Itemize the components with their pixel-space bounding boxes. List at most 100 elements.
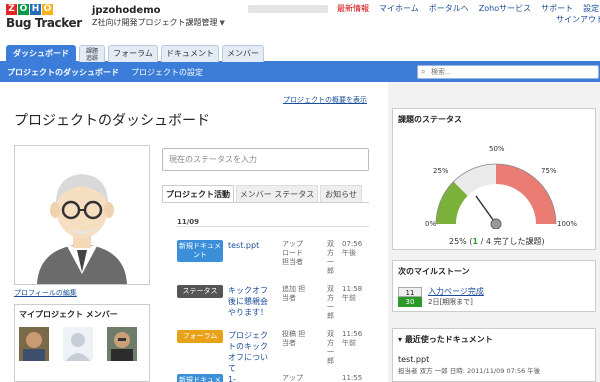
activity-row: 新規ドキュメント test.ppt アップロード 担当者 双方一郎 07:56 … (177, 240, 369, 284)
org-name: jpzohodemo (92, 5, 161, 16)
tab-forum[interactable]: フォーラム (108, 45, 158, 62)
member-photo (19, 327, 49, 361)
project-selector[interactable]: Z社向け開発プロジェクト課題管理 ▼ (92, 17, 225, 28)
activity-divider (162, 202, 369, 203)
gauge-label-0: 0% (425, 220, 437, 228)
member-avatar[interactable] (107, 327, 137, 361)
link-whats-new[interactable]: 最新情報 (337, 3, 369, 14)
activity-date: 11/09 (177, 218, 200, 226)
tab-issue-tracker-label: 課題 追跡 (85, 48, 98, 62)
logo-letter: O (42, 4, 53, 15)
zoho-bug-tracker-logo[interactable]: Z O H O Bug Tracker (6, 4, 82, 38)
tab-announcements[interactable]: お知らせ (320, 185, 362, 203)
logo-letter: O (18, 4, 29, 15)
activity-title-link[interactable]: プロジェクトのキックオフについて (228, 330, 270, 374)
activity-meta: 投稿 担当者 (282, 330, 306, 347)
activity-time: 11:58 午前 (342, 285, 363, 302)
milestone-due: 2日[期限まで] (428, 298, 473, 306)
member-avatar[interactable] (63, 327, 93, 361)
document-detail: 担当者 双方 一郎 日時: 2011/11/09 07:56 午後 (398, 367, 541, 375)
activity-title-link[interactable]: キックオフ後に懇親会やります！ (228, 285, 270, 318)
milestone-month: 11 (398, 287, 422, 297)
gauge-label-50: 50% (489, 145, 505, 153)
next-milestone-title: 次のマイルストーン (398, 267, 470, 276)
activity-row: ステータス キックオフ後に懇親会やります！ 追加 担当者 双方一郎 11:58 … (177, 285, 369, 329)
link-support[interactable]: サポート (541, 3, 573, 14)
activity-badge: ステータス (177, 285, 223, 298)
activity-meta: 追加 担当者 (282, 285, 306, 302)
subnav-project-dashboard[interactable]: プロジェクトのダッシュボード (7, 67, 119, 78)
activity-time: 11:55 (342, 374, 363, 382)
avatar-illustration (15, 146, 149, 284)
activity-row: 新規ドキュメント 1-projects- アップロード 11:55 (177, 374, 369, 382)
milestone-day: 30 (398, 297, 422, 307)
activity-meta: アップロード 担当者 (282, 240, 303, 266)
member-avatar[interactable] (19, 327, 49, 361)
top-bar: Z O H O Bug Tracker jpzohodemo Z社向け開発プロジ… (0, 0, 600, 44)
activity-badge: 新規ドキュメント (177, 374, 223, 382)
sub-navigation: プロジェクトのダッシュボード プロジェクトの設定 ⌕ (0, 62, 600, 82)
activity-row: フォーラム プロジェクトのキックオフについて 投稿 担当者 双方一郎 11:56… (177, 330, 369, 374)
recent-documents-title: ▾ 最近使ったドキュメント (398, 334, 493, 345)
activity-title-link[interactable]: test.ppt (228, 240, 270, 251)
project-selector-label: Z社向け開発プロジェクト課題管理 (92, 18, 218, 27)
issue-status-panel: 課題のステータス 0% 25% 50% 75% 100% 25% (1 / 4 … (392, 108, 596, 250)
recent-documents-label: 最近使ったドキュメント (404, 335, 493, 344)
tab-members[interactable]: メンバー (222, 45, 264, 62)
date-divider (177, 226, 369, 227)
activity-time: 11:56 午前 (342, 330, 363, 347)
activity-user[interactable]: 双方一郎 (327, 240, 337, 276)
main-content: プロジェクトの概要を表示 プロジェクトのダッシュボード プロフィールの編集 現在… (0, 82, 384, 382)
summary-prefix: 25% ( (449, 237, 473, 246)
profile-avatar (14, 145, 150, 285)
activity-badge: 新規ドキュメント (177, 240, 223, 262)
collapse-icon[interactable]: ▾ (398, 335, 402, 344)
main-tabs: ダッシュボード 課題 追跡 フォーラム ドキュメント メンバー (0, 44, 600, 62)
members-title: マイプロジェクト メンバー (19, 310, 118, 319)
link-portal[interactable]: ポータルへ (429, 3, 469, 14)
logo-letter: Z (6, 4, 17, 15)
status-input[interactable]: 現在のステータスを入力 (162, 148, 369, 171)
recent-documents-panel: ▾ 最近使ったドキュメント test.ppt 担当者 双方 一郎 日時: 201… (392, 328, 596, 382)
tab-member-status[interactable]: メンバー ステータス (236, 185, 318, 203)
edit-profile-link[interactable]: プロフィールの編集 (14, 288, 77, 298)
milestone-name-link[interactable]: 入力ページ完成 (428, 286, 484, 297)
activity-user[interactable]: 双方一郎 (327, 330, 337, 366)
activity-meta: アップロード (282, 374, 303, 382)
member-photo (107, 327, 137, 361)
logo-letter: H (30, 4, 41, 15)
subnav-project-settings[interactable]: プロジェクトの設定 (131, 67, 203, 78)
link-zoho-services[interactable]: Zohoサービス (479, 3, 531, 14)
project-members-box: マイプロジェクト メンバー (14, 304, 150, 382)
document-name-link[interactable]: test.ppt (398, 355, 429, 364)
summary-rest: / 4 完了した課題) (478, 237, 545, 246)
search-input[interactable] (431, 67, 591, 78)
gauge-label-100: 100% (557, 220, 578, 228)
chevron-down-icon: ▼ (219, 19, 225, 27)
activity-user[interactable]: 双方一郎 (327, 285, 337, 321)
issue-status-summary: 25% (1 / 4 完了した課題) (449, 236, 545, 247)
page-title: プロジェクトのダッシュボード (14, 113, 210, 129)
search-box[interactable]: ⌕ (417, 65, 599, 79)
link-settings[interactable]: 設定 (583, 3, 599, 14)
tab-issue-tracker[interactable]: 課題 追跡 (79, 45, 105, 62)
tab-project-activity[interactable]: プロジェクト活動 (162, 185, 234, 203)
issue-status-title: 課題のステータス (398, 115, 462, 124)
member-photo-placeholder (63, 327, 93, 361)
user-email-blurred (248, 5, 328, 13)
activity-title-link[interactable]: 1-projects- (228, 374, 270, 382)
link-my-home[interactable]: マイホーム (379, 3, 419, 14)
tab-documents[interactable]: ドキュメント (161, 45, 219, 62)
search-icon: ⌕ (421, 67, 426, 76)
signout-link[interactable]: サインアウト (556, 14, 600, 25)
activity-badge: フォーラム (177, 330, 223, 343)
side-panel: 課題のステータス 0% 25% 50% 75% 100% 25% (1 / 4 … (388, 82, 600, 382)
project-overview-link[interactable]: プロジェクトの概要を表示 (283, 95, 367, 105)
gauge-label-75: 75% (541, 167, 557, 175)
activity-time: 07:56 午後 (342, 240, 363, 257)
gauge-label-25: 25% (433, 167, 449, 175)
product-name: Bug Tracker (6, 16, 82, 30)
zoho-logo-letters: Z O H O (6, 4, 74, 15)
tab-dashboard[interactable]: ダッシュボード (6, 45, 76, 62)
top-links: 最新情報 マイホーム ポータルへ Zohoサービス サポート 設定 (337, 3, 599, 14)
